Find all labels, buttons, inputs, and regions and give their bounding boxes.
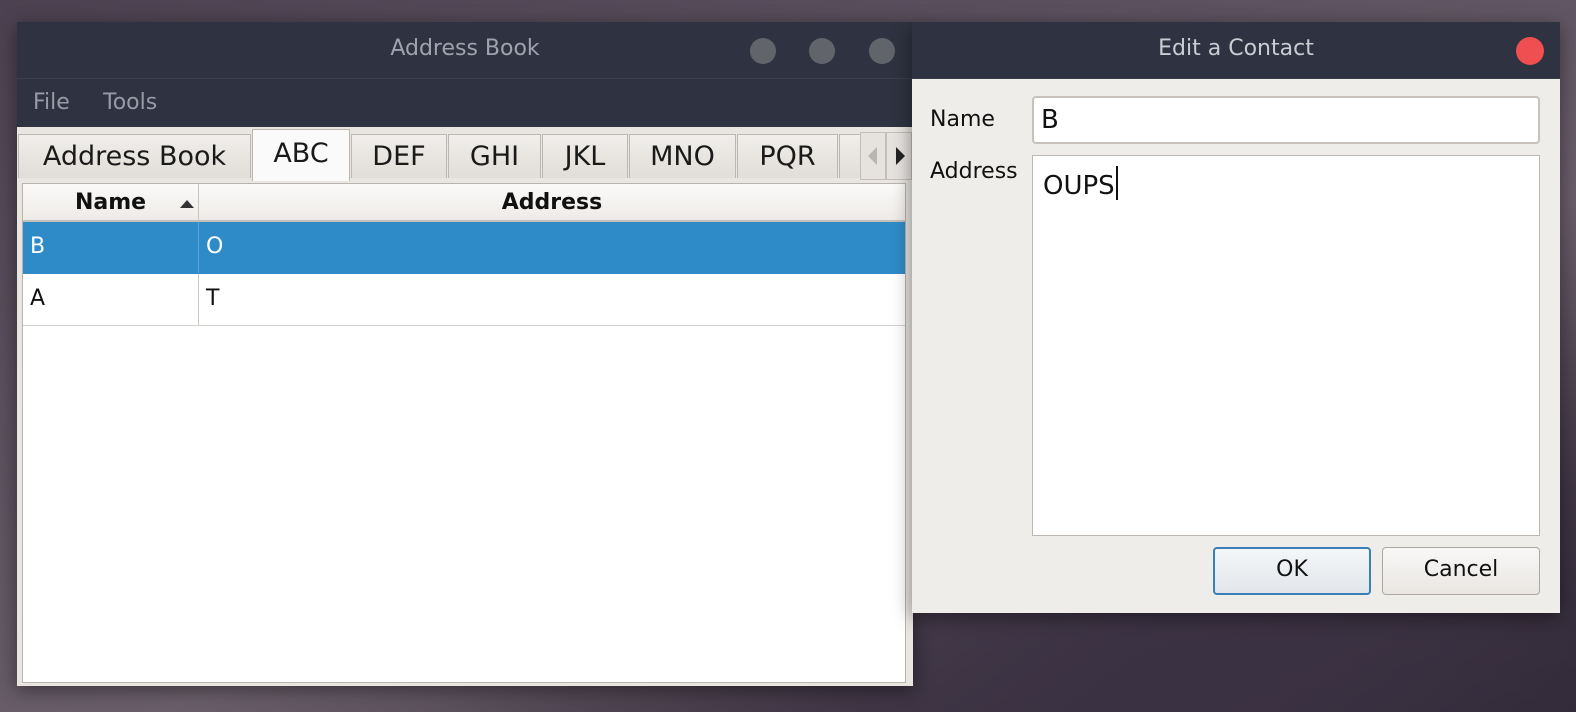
- minimize-button[interactable]: [750, 38, 776, 64]
- column-header-address[interactable]: Address: [199, 184, 905, 220]
- chevron-left-icon: [868, 147, 877, 165]
- window-title: Address Book: [390, 36, 540, 61]
- main-content: Address Book ABC DEF GHI JKL MNO PQR Nam…: [17, 127, 913, 686]
- cell-address: O: [206, 234, 224, 259]
- dialog-titlebar[interactable]: Edit a Contact: [912, 22, 1560, 79]
- tab-scroll-right[interactable]: [886, 132, 912, 180]
- sort-ascending-icon: [180, 200, 194, 208]
- tab-jkl[interactable]: JKL: [542, 134, 628, 178]
- address-text: OUPS: [1043, 171, 1115, 201]
- tab-partial[interactable]: [839, 134, 861, 178]
- text-caret: [1115, 166, 1118, 200]
- chevron-right-icon: [896, 147, 905, 165]
- cell-address: T: [206, 286, 220, 311]
- table-row[interactable]: B O: [23, 222, 905, 274]
- table-row[interactable]: A T: [23, 274, 905, 326]
- name-label: Name: [930, 107, 995, 132]
- tab-abc[interactable]: ABC: [252, 129, 350, 181]
- tab-ghi[interactable]: GHI: [448, 134, 541, 178]
- tab-def[interactable]: DEF: [351, 134, 447, 178]
- tab-address-book[interactable]: Address Book: [18, 134, 251, 178]
- dialog-close-button[interactable]: [1516, 37, 1544, 65]
- ok-button[interactable]: OK: [1213, 547, 1371, 595]
- address-textarea[interactable]: OUPS: [1032, 155, 1540, 536]
- table-header: Name Address: [23, 184, 905, 222]
- maximize-button[interactable]: [809, 38, 835, 64]
- close-window-button[interactable]: [869, 38, 895, 64]
- address-book-window: Address Book File Tools Address Book ABC…: [17, 22, 913, 686]
- edit-contact-dialog: Edit a Contact Name Address OUPS OK Canc…: [912, 22, 1560, 613]
- menubar: File Tools: [17, 79, 913, 127]
- cancel-button[interactable]: Cancel: [1382, 547, 1540, 595]
- cell-name: B: [30, 234, 46, 259]
- tab-mno[interactable]: MNO: [629, 134, 736, 178]
- tab-scroll-left[interactable]: [860, 132, 886, 180]
- column-header-name[interactable]: Name: [23, 184, 198, 220]
- address-label: Address: [930, 159, 1018, 184]
- menu-tools[interactable]: Tools: [103, 90, 157, 115]
- contacts-table: Name Address B O A T: [22, 183, 906, 683]
- name-field[interactable]: [1032, 96, 1540, 144]
- main-titlebar[interactable]: Address Book: [17, 22, 913, 79]
- menu-file[interactable]: File: [33, 90, 70, 115]
- tab-pqr[interactable]: PQR: [737, 134, 838, 178]
- dialog-title: Edit a Contact: [1158, 36, 1314, 61]
- tab-strip: Address Book ABC DEF GHI JKL MNO PQR: [17, 127, 913, 181]
- cell-name: A: [30, 286, 46, 311]
